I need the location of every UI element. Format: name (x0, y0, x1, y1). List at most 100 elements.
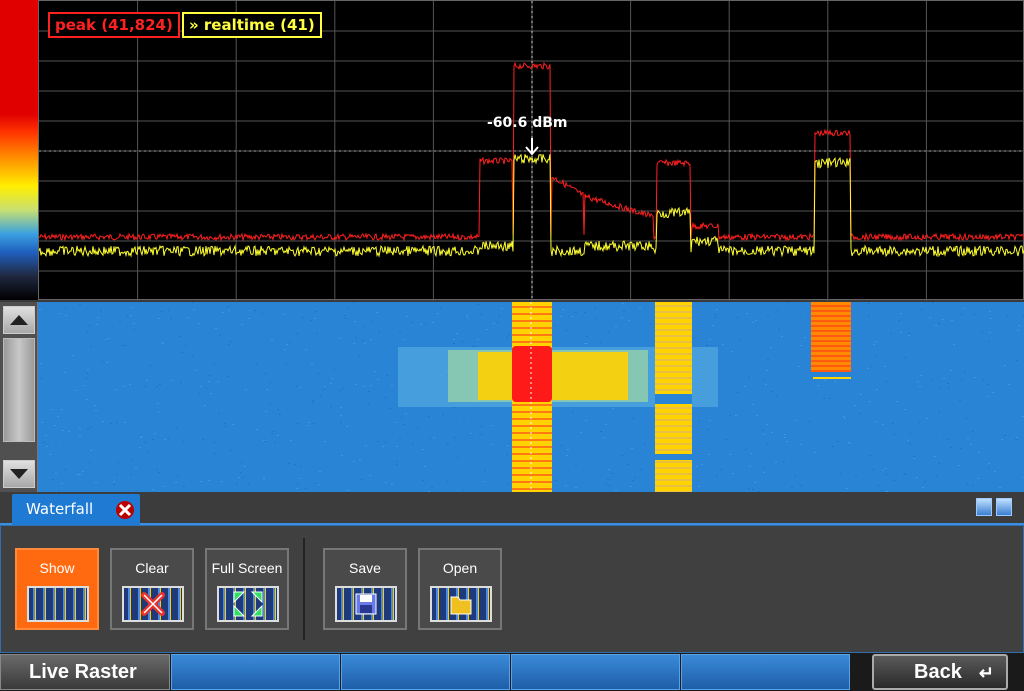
save-button[interactable]: Save (323, 548, 407, 630)
spectrum-plot[interactable]: peak (41,824) » realtime (41) -60.6 dBm (38, 0, 1024, 301)
noise-speck (286, 344, 288, 345)
carrier-stripe (512, 446, 552, 448)
noise-speck (809, 421, 811, 422)
noise-speck (311, 364, 313, 365)
scroll-thumb[interactable] (3, 338, 35, 442)
noise-speck (297, 484, 299, 485)
noise-speck (837, 441, 839, 442)
noise-speck (783, 461, 785, 462)
noise-speck (256, 363, 258, 364)
noise-speck (300, 466, 302, 467)
folder-icon (450, 596, 472, 615)
panel-collapse-icon[interactable] (996, 498, 1012, 516)
noise-speck (283, 314, 285, 315)
noise-speck (575, 487, 577, 488)
noise-speck (353, 343, 355, 344)
noise-speck (627, 464, 629, 465)
noise-speck (312, 402, 314, 403)
noise-speck (124, 422, 126, 423)
noise-speck (453, 339, 455, 340)
noise-speck (302, 317, 304, 318)
softkey-4[interactable] (681, 654, 850, 690)
noise-speck (989, 311, 991, 312)
noise-speck (566, 455, 568, 456)
noise-speck (771, 391, 773, 392)
noise-speck (744, 386, 746, 387)
noise-speck (994, 471, 996, 472)
noise-speck (230, 450, 232, 451)
carrier-hot-zone (512, 346, 552, 402)
noise-speck (149, 365, 151, 366)
noise-speck (784, 437, 786, 438)
noise-speck (1015, 439, 1017, 440)
softkey-3[interactable] (511, 654, 680, 690)
noise-speck (701, 464, 703, 465)
noise-speck (75, 390, 77, 391)
noise-speck (918, 422, 920, 423)
noise-speck (90, 450, 92, 451)
waterfall-scrollbar[interactable] (0, 302, 38, 492)
noise-speck (115, 389, 117, 390)
noise-speck (951, 320, 953, 321)
carrier-stripe (811, 340, 851, 342)
noise-speck (261, 313, 263, 314)
clear-button[interactable]: Clear (110, 548, 194, 630)
noise-speck (506, 337, 508, 338)
carrier-stripe (655, 365, 692, 367)
noise-speck (709, 339, 711, 340)
noise-speck (1008, 384, 1010, 385)
noise-speck (140, 437, 142, 438)
noise-speck (355, 384, 357, 385)
noise-speck (340, 407, 342, 408)
carrier-stripe (512, 313, 552, 315)
tab-waterfall[interactable]: Waterfall (12, 494, 140, 525)
show-button[interactable]: Show (15, 548, 99, 630)
full-screen-button-label: Full Screen (211, 560, 283, 576)
noise-speck (296, 386, 298, 387)
noise-speck (804, 337, 806, 338)
noise-speck (396, 461, 398, 462)
noise-speck (363, 326, 365, 327)
carrier-stripe (512, 306, 552, 308)
noise-speck (157, 412, 159, 413)
noise-speck (86, 373, 88, 374)
noise-speck (79, 436, 81, 437)
carrier-stripe (811, 355, 851, 357)
noise-speck (144, 386, 146, 387)
legend-peak[interactable]: peak (41,824) (48, 12, 180, 38)
carrier-stripe (655, 311, 692, 313)
waterfall-display[interactable] (38, 302, 1024, 492)
noise-speck (1016, 437, 1018, 438)
noise-speck (913, 456, 915, 457)
noise-speck (171, 380, 173, 381)
noise-speck (706, 345, 708, 346)
open-button[interactable]: Open (418, 548, 502, 630)
noise-speck (65, 315, 67, 316)
noise-speck (183, 486, 185, 487)
noise-speck (181, 352, 183, 353)
carrier-stripe (655, 341, 692, 343)
noise-speck (471, 434, 473, 435)
legend-realtime[interactable]: » realtime (41) (182, 12, 322, 38)
close-icon[interactable] (115, 500, 135, 520)
panel-list-icon[interactable] (976, 498, 992, 516)
carrier-stripe (512, 488, 552, 490)
full-screen-button[interactable]: Full Screen (205, 548, 289, 630)
noise-speck (79, 474, 81, 475)
noise-speck (277, 435, 279, 436)
noise-speck (791, 487, 793, 488)
noise-speck (938, 463, 940, 464)
noise-speck (308, 422, 310, 423)
scroll-up-button[interactable] (3, 306, 35, 334)
back-button[interactable]: Back ↵ (872, 654, 1008, 690)
noise-speck (241, 324, 243, 325)
carrier-stripe (811, 325, 851, 327)
softkey-1[interactable] (171, 654, 340, 690)
carrier-stripe (655, 329, 692, 331)
noise-speck (572, 411, 574, 412)
waterfall-thumb-icon (335, 586, 397, 622)
scroll-down-button[interactable] (3, 460, 35, 488)
softkey-2[interactable] (341, 654, 510, 690)
noise-speck (277, 409, 279, 410)
noise-speck (364, 343, 366, 344)
